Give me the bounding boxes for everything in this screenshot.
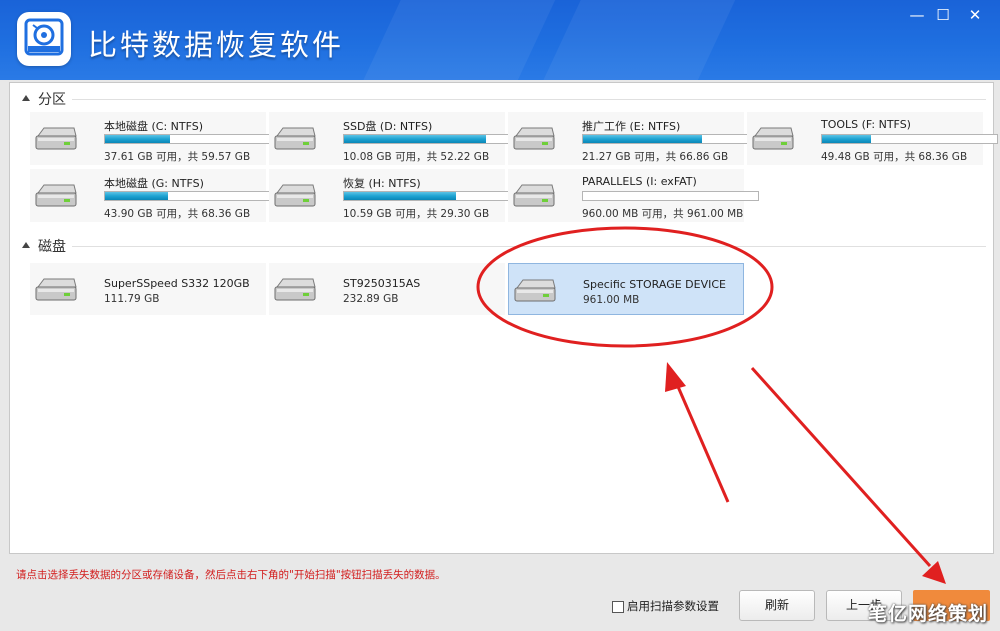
partition-item[interactable]: SSD盘 (D: NTFS) 10.08 GB 可用，共 52.22 GB — [269, 112, 520, 165]
arrow-head — [922, 561, 946, 584]
partition-name: SSD盘 (D: NTFS) — [343, 120, 433, 133]
collapse-arrow-icon[interactable] — [22, 95, 30, 101]
partition-name: 恢复 (H: NTFS) — [343, 177, 421, 190]
app-logo-icon — [17, 12, 71, 66]
partition-name: 本地磁盘 (C: NTFS) — [104, 120, 204, 133]
scan-settings-checkbox[interactable]: 启用扫描参数设置 — [612, 598, 719, 614]
usage-bar — [104, 134, 281, 144]
refresh-button[interactable]: 刷新 — [739, 590, 815, 621]
checkbox-label: 启用扫描参数设置 — [627, 599, 719, 613]
hard-drive-icon — [34, 183, 78, 212]
disk-item[interactable]: ST9250315AS 232.89 GB — [269, 263, 505, 315]
collapse-arrow-icon[interactable] — [22, 242, 30, 248]
title-decoration — [524, 0, 736, 80]
hard-drive-icon — [513, 278, 557, 307]
usage-bar-fill — [344, 192, 456, 200]
disk-name: SuperSSpeed S332 120GB — [104, 277, 250, 290]
disk-name: ST9250315AS — [343, 277, 421, 290]
partition-item[interactable]: 推广工作 (E: NTFS) 21.27 GB 可用，共 66.86 GB — [508, 112, 759, 165]
partition-item[interactable]: 本地磁盘 (C: NTFS) 37.61 GB 可用，共 59.57 GB — [30, 112, 281, 165]
hard-drive-icon — [512, 126, 556, 155]
partitions-header-label: 分区 — [38, 92, 66, 108]
usage-bar-fill — [105, 192, 168, 200]
usage-bar-fill — [105, 135, 170, 143]
usage-bar — [104, 191, 281, 201]
partition-capacity: 10.08 GB 可用，共 52.22 GB — [343, 151, 490, 163]
disk-capacity: 961.00 MB — [583, 294, 640, 306]
partition-capacity: 960.00 MB 可用，共 961.00 MB — [582, 208, 744, 220]
partition-capacity: 10.59 GB 可用，共 29.30 GB — [343, 208, 490, 220]
title-bar: 比特数据恢复软件 — ☐ ✕ — [0, 0, 1000, 80]
usage-bar — [821, 134, 998, 144]
hard-drive-icon — [512, 183, 556, 212]
usage-bar-fill — [583, 135, 702, 143]
section-divider — [72, 246, 986, 247]
watermark: 笔亿网络策划 — [868, 603, 989, 625]
hard-drive-icon — [34, 277, 78, 306]
partition-capacity: 21.27 GB 可用，共 66.86 GB — [582, 151, 729, 163]
section-divider — [72, 99, 986, 100]
disk-item[interactable]: SuperSSpeed S332 120GB 111.79 GB — [30, 263, 266, 315]
usage-bar — [343, 134, 520, 144]
app-title: 比特数据恢复软件 — [88, 28, 345, 62]
partition-name: 本地磁盘 (G: NTFS) — [104, 177, 204, 190]
partitions-section-header[interactable]: 分区 — [22, 89, 66, 108]
maximize-button[interactable]: ☐ — [930, 5, 956, 25]
hard-drive-icon — [34, 126, 78, 155]
partition-capacity: 37.61 GB 可用，共 59.57 GB — [104, 151, 251, 163]
minimize-button[interactable]: — — [904, 5, 930, 25]
disk-name: Specific STORAGE DEVICE — [583, 278, 726, 291]
partition-capacity: 49.48 GB 可用，共 68.36 GB — [821, 151, 968, 163]
hard-drive-icon — [751, 126, 795, 155]
disk-item[interactable]: Specific STORAGE DEVICE 961.00 MB — [508, 263, 744, 315]
title-decoration — [344, 0, 556, 80]
usage-bar — [343, 191, 520, 201]
usage-bar-fill — [344, 135, 486, 143]
disks-header-label: 磁盘 — [38, 239, 66, 255]
partition-item[interactable]: 恢复 (H: NTFS) 10.59 GB 可用，共 29.30 GB — [269, 169, 520, 222]
close-button[interactable]: ✕ — [962, 5, 988, 25]
partition-capacity: 43.90 GB 可用，共 68.36 GB — [104, 208, 251, 220]
partition-name: 推广工作 (E: NTFS) — [582, 120, 681, 133]
disk-capacity: 232.89 GB — [343, 293, 399, 305]
disk-capacity: 111.79 GB — [104, 293, 160, 305]
partition-name: PARALLELS (I: exFAT) — [582, 175, 697, 188]
hard-drive-icon — [273, 277, 317, 306]
checkbox-icon[interactable] — [612, 600, 624, 613]
device-panel: 分区 本地磁盘 (C: NTFS) 37.61 GB 可用，共 59.57 GB S… — [9, 82, 998, 554]
hard-drive-icon — [273, 183, 317, 212]
partition-name: TOOLS (F: NTFS) — [821, 118, 911, 131]
status-message: 请点击选择丢失数据的分区或存储设备，然后点击右下角的"开始扫描"按钮扫描丢失的数… — [16, 569, 446, 581]
usage-bar — [582, 134, 759, 144]
usage-bar — [582, 191, 759, 201]
partition-item[interactable]: TOOLS (F: NTFS) 49.48 GB 可用，共 68.36 GB — [747, 112, 998, 165]
disks-section-header[interactable]: 磁盘 — [22, 236, 66, 255]
usage-bar-fill — [822, 135, 871, 143]
partition-item[interactable]: 本地磁盘 (G: NTFS) 43.90 GB 可用，共 68.36 GB — [30, 169, 281, 222]
partition-item[interactable]: PARALLELS (I: exFAT) 960.00 MB 可用，共 961.0… — [508, 169, 759, 222]
hard-drive-icon — [273, 126, 317, 155]
